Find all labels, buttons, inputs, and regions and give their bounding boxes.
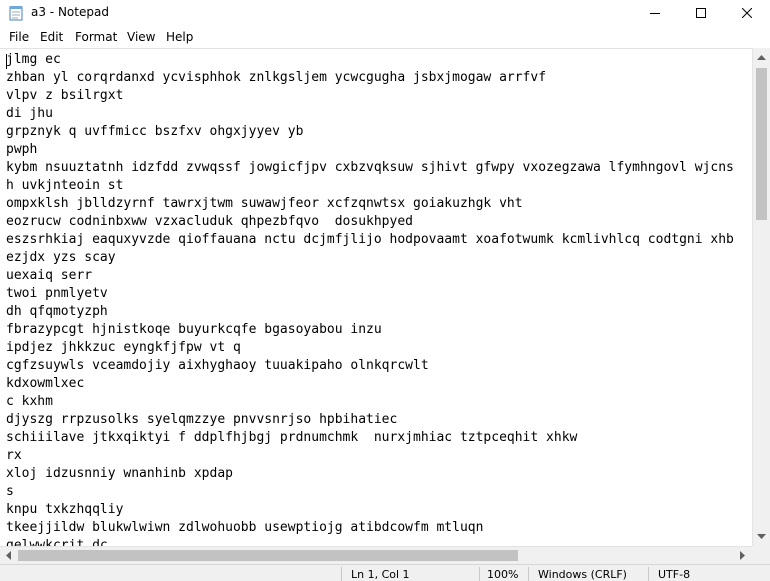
maximize-icon	[696, 8, 706, 18]
cursor-position: Ln 1, Col 1	[351, 568, 410, 581]
text-line: h uvkjnteoin st	[6, 178, 124, 193]
text-line: gelwwkcrit dc	[6, 538, 108, 546]
menu-file[interactable]: File	[9, 30, 29, 44]
notepad-icon	[9, 5, 23, 21]
scroll-down-arrow-icon[interactable]	[757, 534, 766, 540]
text-line: rx	[6, 448, 22, 463]
text-line: fbrazypcgt hjnistkoqe buyurkcqfe bgasoya…	[6, 322, 382, 337]
close-button[interactable]	[724, 0, 770, 26]
text-line: tkeejjildw blukwlwiwn zdlwohuobb usewpti…	[6, 520, 484, 535]
text-line: kdxowmlxec	[6, 376, 85, 391]
text-line: schiiilave jtkxqiktyi f ddplfhjbgj prdnu…	[6, 430, 578, 445]
scrollbar-corner	[752, 546, 770, 564]
text-line: kybm nsuuztatnh idzfdd zvwqssf jowgicfjp…	[6, 160, 734, 175]
minimize-icon	[650, 13, 660, 14]
horizontal-scrollbar-thumb[interactable]	[18, 550, 518, 561]
text-line: djyszg rrpzusolks syelqmzzye pnvvsnrjso …	[6, 412, 398, 427]
title-bar[interactable]: a3 - Notepad	[0, 0, 770, 26]
maximize-button[interactable]	[678, 0, 724, 26]
menu-view[interactable]: View	[127, 30, 155, 44]
text-line: grpznyk q uvffmicc bszfxv ohgxjyyev yb	[6, 124, 304, 139]
line-ending: Windows (CRLF)	[538, 568, 627, 581]
text-line: eozrucw codninbxww vzxacluduk qhpezbfqvo…	[6, 214, 413, 229]
text-line: ipdjez jhkkzuc eyngkfjfpw vt q	[6, 340, 241, 355]
menu-edit[interactable]: Edit	[40, 30, 63, 44]
text-line: eszsrhkiaj eaquxyvzde qioffauana nctu dc…	[6, 232, 734, 247]
minimize-button[interactable]	[632, 0, 678, 26]
zoom-level: 100%	[487, 568, 519, 581]
text-line: pwph	[6, 142, 38, 157]
scroll-right-arrow-icon[interactable]	[740, 551, 746, 560]
vertical-scrollbar[interactable]	[752, 48, 770, 546]
menu-bar: File Edit Format View Help	[0, 26, 770, 48]
window-title: a3 - Notepad	[31, 5, 109, 19]
text-line: di jhu	[6, 106, 53, 121]
status-bar: Ln 1, Col 1 100% Windows (CRLF) UTF-8	[0, 564, 770, 581]
close-icon	[742, 8, 752, 18]
vertical-scrollbar-thumb[interactable]	[756, 68, 767, 220]
text-line: c kxhm	[6, 394, 53, 409]
text-line: twoi pnmlyetv	[6, 286, 108, 301]
status-separator	[648, 567, 649, 581]
text-line: zhban yl corqrdanxd ycvisphhok znlkgslje…	[6, 70, 547, 85]
status-separator	[528, 567, 529, 581]
scroll-up-arrow-icon[interactable]	[757, 54, 766, 60]
text-line: jlmg ec	[6, 52, 61, 67]
text-line: knpu txkzhqqliy	[6, 502, 124, 517]
text-line: s	[6, 484, 14, 499]
menu-help[interactable]: Help	[166, 30, 193, 44]
text-editor[interactable]: jlmg ec zhban yl corqrdanxd ycvisphhok zn…	[0, 48, 752, 546]
menu-format[interactable]: Format	[75, 30, 117, 44]
status-separator	[341, 567, 342, 581]
text-line: uexaiq serr	[6, 268, 93, 283]
text-line: vlpv z bsilrgxt	[6, 88, 124, 103]
text-line: cgfzsuywls vceamdojiy aixhyghaoy tuuakip…	[6, 358, 429, 373]
text-line: xloj idzusnniy wnanhinb xpdap	[6, 466, 233, 481]
text-line: ezjdx yzs scay	[6, 250, 116, 265]
encoding: UTF-8	[658, 568, 691, 581]
scroll-left-arrow-icon[interactable]	[5, 551, 11, 560]
status-separator	[479, 567, 480, 581]
horizontal-scrollbar[interactable]	[0, 546, 752, 564]
text-line: ompxklsh jblldzyrnf tawrxjtwm suwawjfeor…	[6, 196, 523, 211]
text-line: dh qfqmotyzph	[6, 304, 108, 319]
